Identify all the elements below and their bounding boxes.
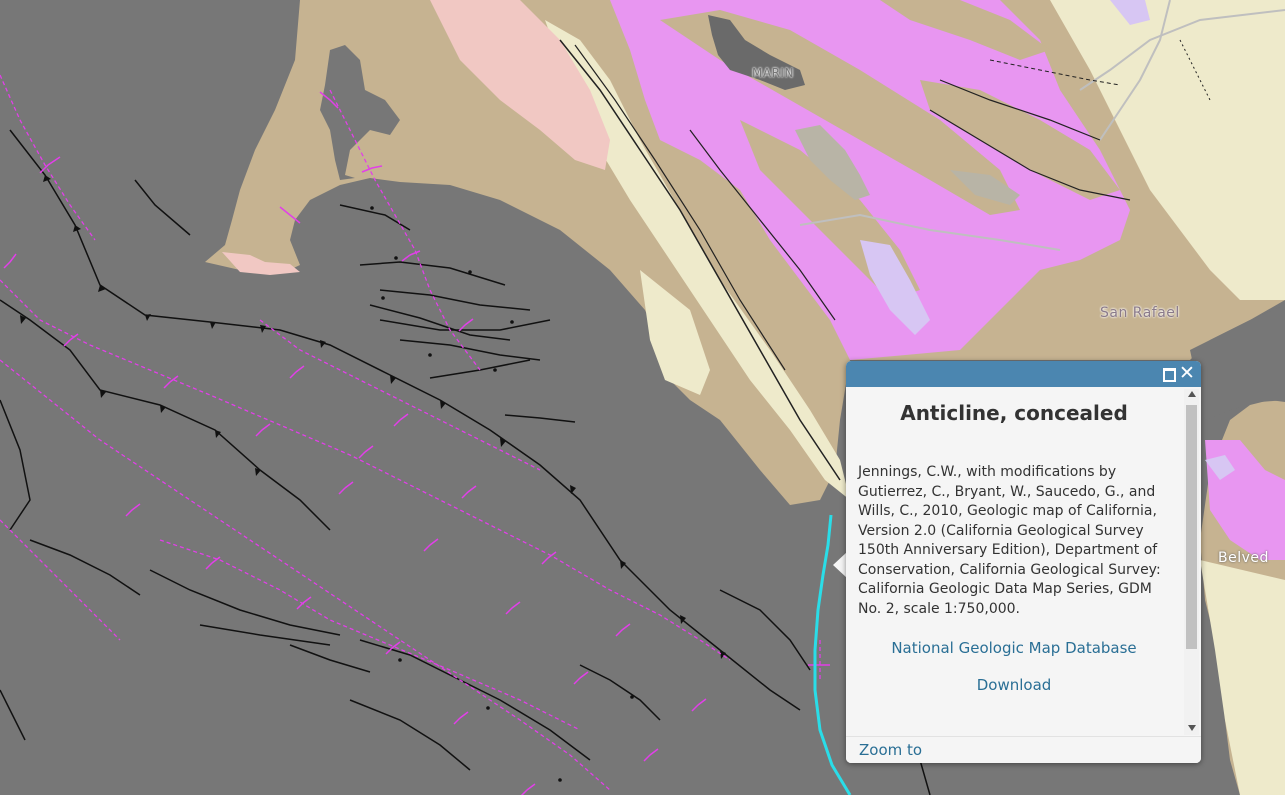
- scroll-down-arrow-icon[interactable]: [1188, 725, 1196, 731]
- zoom-to-link[interactable]: Zoom to: [859, 741, 922, 759]
- popup-header: ✕: [846, 361, 1201, 387]
- national-geologic-map-database-link[interactable]: National Geologic Map Database: [846, 639, 1182, 657]
- place-label-marin: MARIN: [752, 66, 794, 80]
- popup-content: Anticline, concealed Jennings, C.W., wit…: [846, 387, 1182, 737]
- scroll-thumb[interactable]: [1186, 405, 1197, 649]
- place-label-san-rafael: San Rafael: [1100, 305, 1180, 321]
- download-link[interactable]: Download: [846, 676, 1182, 694]
- maximize-icon[interactable]: [1161, 366, 1177, 382]
- scroll-up-arrow-icon[interactable]: [1188, 391, 1196, 397]
- popup-scrollbar[interactable]: [1184, 389, 1199, 735]
- popup-actions-bar: Zoom to: [846, 736, 1201, 763]
- popup-title: Anticline, concealed: [900, 401, 1128, 425]
- place-label-belvedere: Belved: [1218, 550, 1269, 566]
- close-icon[interactable]: ✕: [1178, 362, 1196, 384]
- popup-pointer: [833, 552, 847, 578]
- popup-description: Jennings, C.W., with modifications by Gu…: [858, 464, 1161, 617]
- feature-popup: ✕ Anticline, concealed Jennings, C.W., w…: [846, 361, 1201, 763]
